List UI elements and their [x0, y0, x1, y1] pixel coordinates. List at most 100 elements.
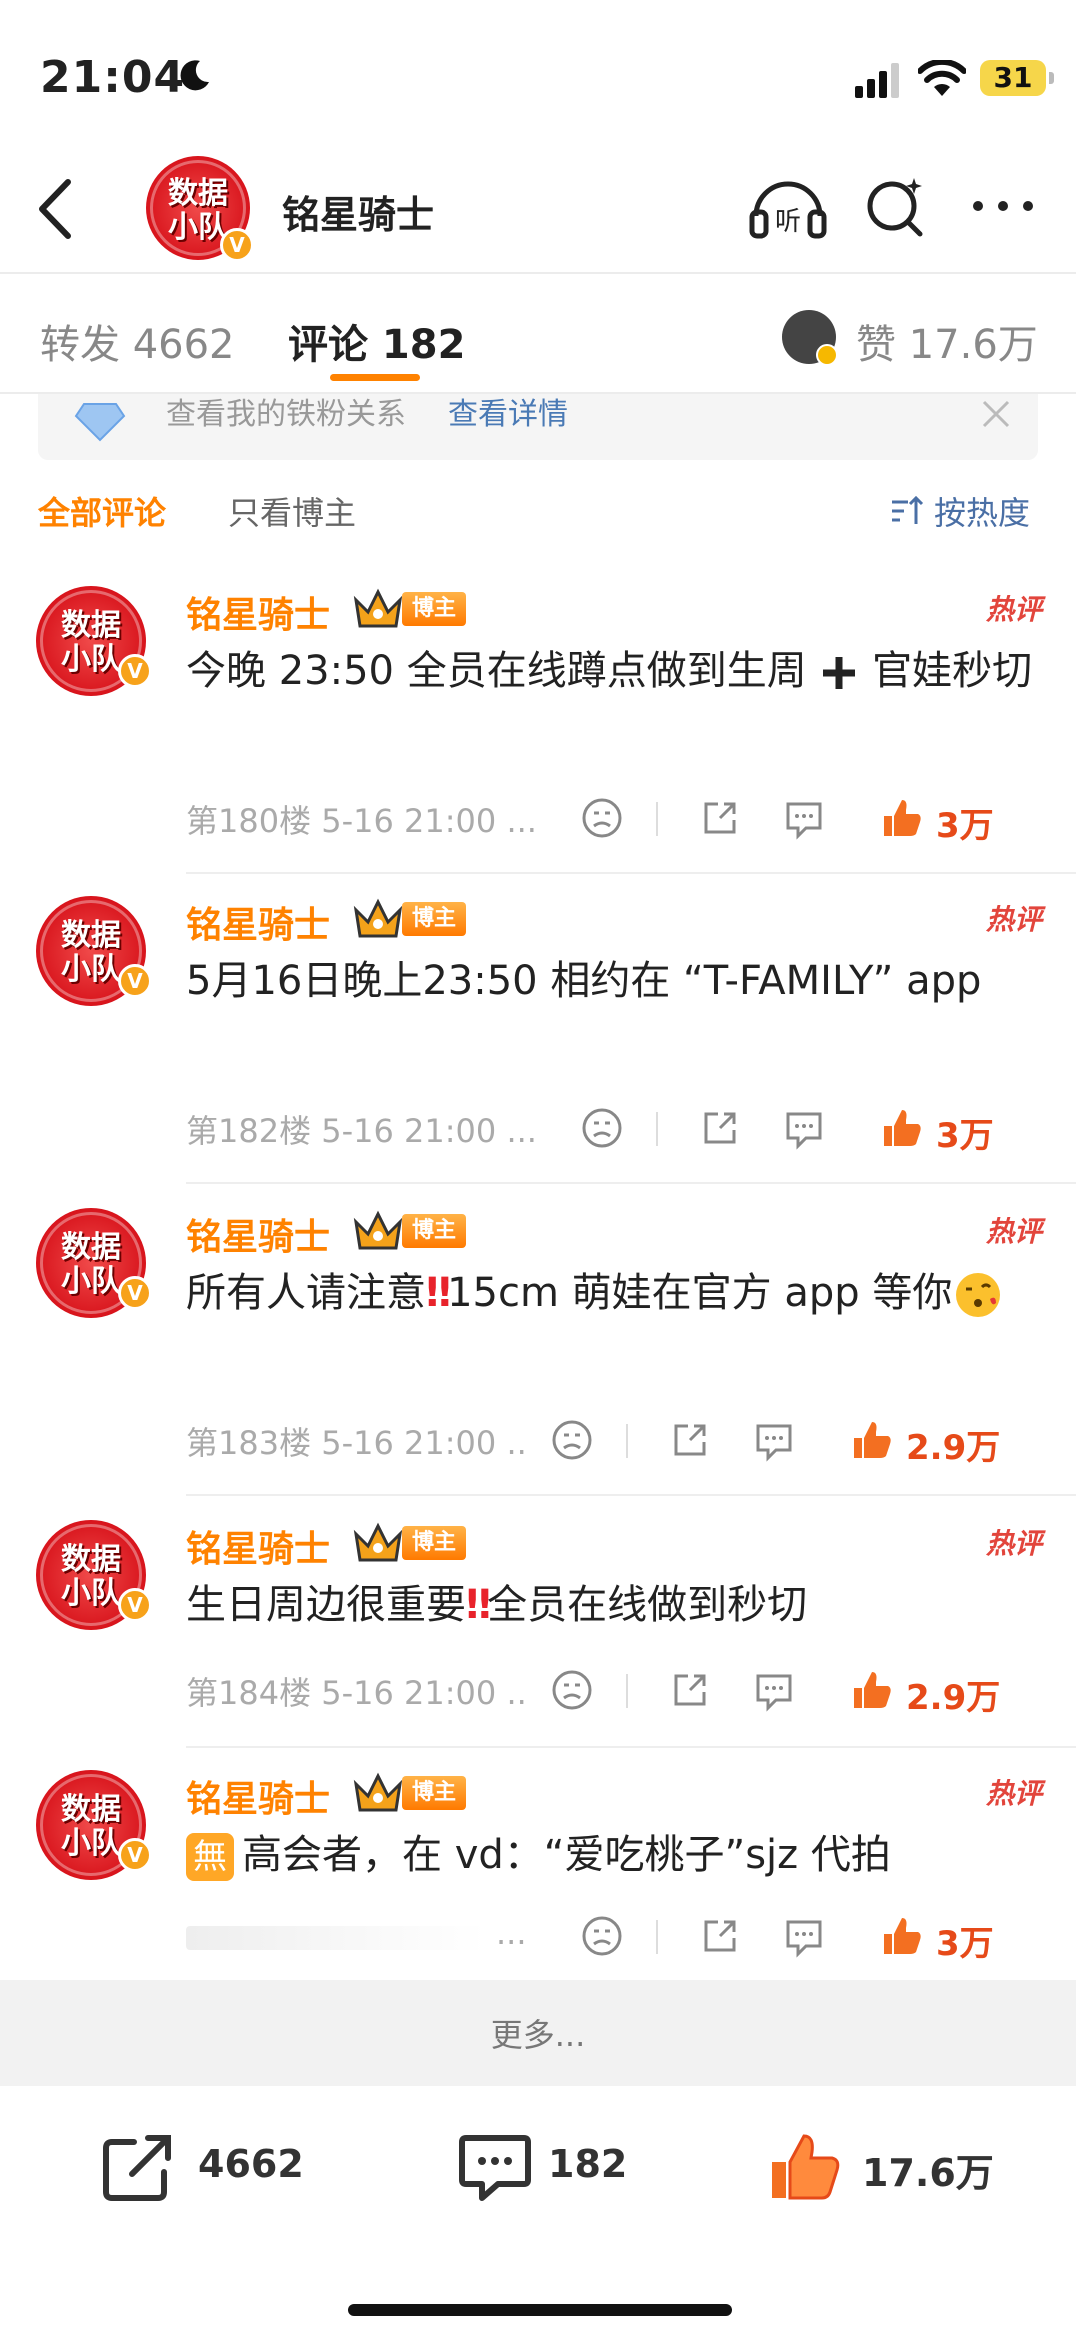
interaction-tabs: 转发 4662 评论 182 赞 17.6万 — [0, 290, 1076, 390]
comment-item: 数据 小队 V 铭星骑士 博主 热评 生日周边很重要‼全员在线做到秒切 第184… — [0, 1500, 1076, 1748]
commenter-name[interactable]: 铭星骑士 — [186, 896, 330, 948]
svg-text:听: 听 — [775, 207, 801, 237]
like-thumb-icon[interactable] — [768, 2132, 842, 2202]
share-icon[interactable] — [698, 1914, 742, 1958]
home-indicator — [348, 2304, 732, 2316]
comment-bubble-icon[interactable] — [458, 2132, 532, 2202]
commenter-name[interactable]: 铭星骑士 — [186, 1208, 330, 1260]
repost-count[interactable]: 4662 — [198, 2142, 304, 2186]
dislike-face-icon[interactable] — [580, 796, 624, 840]
comment-text: 今晚 23:50 全员在线蹲点做到生周 官娃秒切 — [186, 648, 1033, 694]
comment-avatar[interactable]: 数据 小队 V — [36, 896, 152, 1006]
comment-count[interactable]: 182 — [548, 2142, 627, 2186]
comment-text: 5月16日晚上23:50 相约在 “T-FAMILY” app — [186, 958, 982, 1004]
diamond-icon — [74, 403, 126, 442]
comment-avatar[interactable]: 数据 小队 V — [36, 1208, 152, 1318]
blogger-badge: 博主 — [402, 902, 467, 936]
crown-icon — [353, 588, 403, 628]
comment-actions: 2.9万 — [550, 1418, 1040, 1468]
kissing-face-icon — [956, 1273, 1001, 1317]
sort-by-popularity[interactable]: 按热度 — [934, 488, 1030, 534]
share-icon[interactable] — [668, 1668, 712, 1712]
like-count-total[interactable]: 17.6万 — [862, 2142, 994, 2197]
like-thumb-icon[interactable] — [850, 1668, 894, 1712]
sort-icon[interactable] — [890, 496, 924, 526]
liker-avatar[interactable] — [782, 310, 838, 366]
hot-comment-tag: 热评 — [985, 1527, 1042, 1560]
reply-bubble-icon[interactable] — [782, 1914, 826, 1958]
cellular-signal-icon — [855, 63, 899, 98]
banner-details-link[interactable]: 查看详情 — [448, 394, 568, 436]
comment-meta: 第182楼 5-16 21:00 ... — [186, 1112, 537, 1150]
filter-all-comments[interactable]: 全部评论 — [38, 488, 166, 534]
comment-actions: 2.9万 — [550, 1668, 1040, 1718]
commenter-name[interactable]: 铭星骑士 — [186, 1520, 330, 1572]
comment-meta: 第184楼 5-16 21:00 .. — [186, 1674, 527, 1712]
share-icon[interactable] — [698, 1106, 742, 1150]
like-count: 3万 — [936, 806, 994, 846]
load-more-bar[interactable]: 更多... — [0, 1980, 1076, 2086]
comment-item: 数据 小队 V 铭星骑士 博主 热评 今晚 23:50 全员在线蹲点做到生周 官… — [0, 566, 1076, 874]
reply-bubble-icon[interactable] — [752, 1418, 796, 1462]
plus-icon — [823, 657, 856, 689]
reply-bubble-icon[interactable] — [752, 1668, 796, 1712]
verified-badge-icon: V — [118, 1838, 152, 1872]
tab-likes[interactable]: 赞 17.6万 — [856, 312, 1038, 370]
repost-share-icon[interactable] — [102, 2132, 176, 2202]
dislike-face-icon[interactable] — [580, 1106, 624, 1150]
like-count: 3万 — [936, 1116, 994, 1156]
verified-badge-icon: V — [118, 1588, 152, 1622]
like-thumb-icon[interactable] — [880, 796, 924, 840]
share-icon[interactable] — [698, 796, 742, 840]
fan-relationship-banner: 查看我的铁粉关系 查看详情 — [38, 394, 1038, 460]
status-time: 21:04 — [40, 52, 186, 103]
listen-headphones-icon[interactable]: 听 — [748, 172, 828, 242]
tab-comments[interactable]: 评论 182 — [288, 312, 465, 370]
tab-reposts[interactable]: 转发 4662 — [40, 312, 235, 370]
hot-comment-tag: 热评 — [985, 593, 1042, 626]
like-thumb-icon[interactable] — [850, 1418, 894, 1462]
author-name[interactable]: 铭星骑士 — [282, 184, 434, 239]
close-icon[interactable] — [980, 398, 1012, 430]
comment-meta: 第180楼 5-16 21:00 ... — [186, 802, 537, 840]
commenter-name[interactable]: 铭星骑士 — [186, 1770, 330, 1822]
hot-comment-tag: 热评 — [985, 1777, 1042, 1810]
search-icon[interactable] — [862, 172, 928, 242]
like-count: 2.9万 — [906, 1428, 1001, 1468]
bottom-action-bar: 4662 182 17.6万 — [0, 2086, 1076, 2336]
crown-icon — [353, 1522, 403, 1562]
reply-bubble-icon[interactable] — [782, 796, 826, 840]
hot-comment-tag: 热评 — [985, 1215, 1042, 1248]
verified-badge-icon: V — [118, 964, 152, 998]
header-divider — [0, 272, 1076, 274]
like-thumb-icon[interactable] — [880, 1914, 924, 1958]
comment-avatar[interactable]: 数据 小队 V — [36, 1770, 152, 1880]
verified-badge-icon: V — [118, 654, 152, 688]
status-bar: 21:04 31 — [0, 0, 1076, 140]
double-exclamation-icon: ‼ — [466, 1582, 491, 1628]
blogger-badge: 博主 — [402, 1776, 467, 1810]
crown-icon — [353, 898, 403, 938]
like-thumb-icon[interactable] — [880, 1106, 924, 1150]
like-count: 2.9万 — [906, 1678, 1001, 1718]
share-icon[interactable] — [668, 1418, 712, 1462]
author-avatar[interactable]: 数据 小队 V — [146, 156, 254, 262]
back-arrow-icon[interactable] — [30, 176, 80, 242]
verified-badge-icon: V — [220, 228, 254, 262]
commenter-name[interactable]: 铭星骑士 — [186, 586, 330, 638]
comment-actions: 3万 — [580, 796, 1040, 846]
dislike-face-icon[interactable] — [550, 1418, 594, 1462]
filter-blogger-only[interactable]: 只看博主 — [228, 488, 356, 534]
blogger-badge: 博主 — [402, 592, 467, 626]
comment-avatar[interactable]: 数据 小队 V — [36, 1520, 152, 1630]
verified-badge-icon: V — [118, 1276, 152, 1310]
comment-avatar[interactable]: 数据 小队 V — [36, 586, 152, 696]
more-options-icon[interactable] — [970, 196, 1036, 216]
double-exclamation-icon: ‼ — [426, 1270, 451, 1316]
dislike-face-icon[interactable] — [580, 1914, 624, 1958]
blogger-badge: 博主 — [402, 1214, 467, 1248]
dislike-face-icon[interactable] — [550, 1668, 594, 1712]
reply-bubble-icon[interactable] — [782, 1106, 826, 1150]
load-more-label: 更多... — [490, 2016, 586, 2054]
comment-item: 数据 小队 V 铭星骑士 博主 热评 無高会者，在 vd：“爱吃桃子”sjz 代… — [0, 1750, 1076, 1980]
